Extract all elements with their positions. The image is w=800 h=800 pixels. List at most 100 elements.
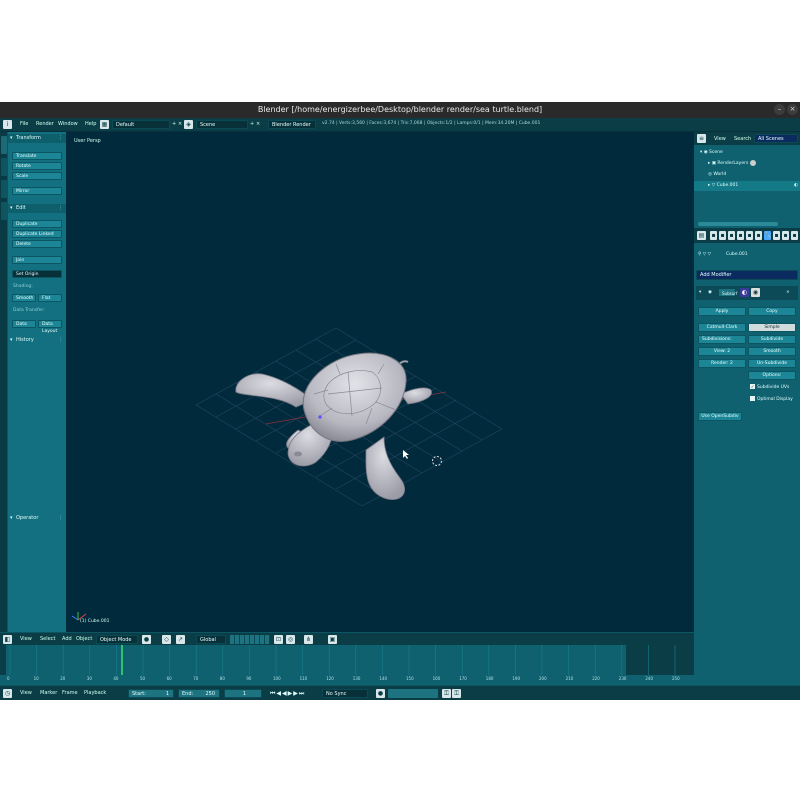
panel-transform-header[interactable]: Transform⋮: [8, 134, 66, 143]
shading-mode-icon[interactable]: ●: [142, 635, 151, 644]
outliner-tab-search[interactable]: Search: [734, 136, 751, 142]
outliner-row-scene[interactable]: ▾ ◉ Scene: [694, 148, 800, 158]
rotate-button[interactable]: Rotate: [12, 162, 62, 170]
data-button[interactable]: Data: [12, 320, 36, 328]
close-button[interactable]: ×: [787, 104, 798, 115]
current-frame-field[interactable]: 1: [224, 689, 262, 698]
outliner-scrollbar[interactable]: [698, 222, 778, 226]
playback-controls-icon[interactable]: ⏮◀◀▶▶⏭: [270, 689, 320, 698]
timeline-editor-icon[interactable]: ◷: [3, 689, 12, 698]
use-opensubdiv-button[interactable]: Use OpenSubdiv: [698, 412, 742, 421]
manipulator-icon[interactable]: ↗: [176, 635, 185, 644]
outliner-tab-view[interactable]: View: [714, 136, 726, 142]
menu-view[interactable]: View: [20, 636, 32, 642]
scene-remove-icon[interactable]: ×: [256, 121, 260, 127]
menu-object[interactable]: Object: [76, 636, 92, 642]
layer-buttons[interactable]: [230, 635, 270, 644]
outliner-display-select[interactable]: All Scenes: [754, 134, 798, 143]
translate-button[interactable]: Translate: [12, 152, 62, 160]
menu-help[interactable]: Help: [85, 121, 96, 127]
outliner-row-world[interactable]: ◎ World: [694, 170, 800, 180]
data-layout-button[interactable]: Data Layout: [38, 320, 62, 334]
apply-button[interactable]: Apply: [698, 307, 746, 316]
pivot-icon[interactable]: ◇: [162, 635, 171, 644]
join-button[interactable]: Join: [12, 256, 62, 264]
copy-button[interactable]: Copy: [748, 307, 796, 316]
delete-button[interactable]: Delete: [12, 240, 62, 248]
subdivide-button[interactable]: Subdivide: [748, 335, 796, 344]
editor-type-icon[interactable]: i: [3, 120, 12, 129]
end-frame-field[interactable]: End: 250: [178, 689, 220, 698]
scene-tab-icon[interactable]: ▪: [728, 231, 735, 240]
render-toggle-icon[interactable]: ◐: [740, 288, 749, 297]
outliner-row-renderlayers[interactable]: ▸ ▣ RenderLayers: [694, 159, 800, 169]
duplicate-linked-button[interactable]: Duplicate Linked: [12, 230, 62, 238]
view-levels-field[interactable]: View: 2: [698, 347, 746, 356]
smooth-button[interactable]: Smooth: [12, 294, 36, 302]
tab-tools[interactable]: [1, 136, 7, 154]
menu-window[interactable]: Window: [58, 121, 78, 127]
optimal-display-checkbox[interactable]: Optimal Display: [750, 396, 793, 402]
panel-edit-header[interactable]: Edit⋮: [8, 204, 66, 213]
constraints-tab-icon[interactable]: ▪: [755, 231, 762, 240]
scale-button[interactable]: Scale: [12, 172, 62, 180]
realtime-toggle-icon[interactable]: ◉: [751, 288, 760, 297]
properties-editor-icon[interactable]: ▤: [697, 231, 706, 240]
duplicate-button[interactable]: Duplicate: [12, 220, 62, 228]
snap-icon[interactable]: ⋔: [304, 635, 313, 644]
menu-render[interactable]: Render: [36, 121, 54, 127]
object-tab-icon[interactable]: ▪: [746, 231, 753, 240]
outliner-editor-icon[interactable]: ≡: [697, 134, 706, 143]
minimize-button[interactable]: –: [774, 104, 785, 115]
keying-set-field[interactable]: [388, 689, 438, 698]
flat-button[interactable]: Flat: [38, 294, 62, 302]
render-levels-field[interactable]: Render: 2: [698, 359, 746, 368]
insert-keyframe-icon[interactable]: ⚿: [442, 689, 451, 698]
screen-remove-icon[interactable]: ×: [178, 121, 182, 127]
scene-add-icon[interactable]: +: [250, 121, 254, 127]
texture-tab-icon[interactable]: ▪: [791, 231, 798, 240]
screen-layout-field[interactable]: Default: [112, 120, 170, 129]
lock-layers-icon[interactable]: ⊡: [274, 635, 283, 644]
menu-frame[interactable]: Frame: [62, 690, 78, 696]
add-modifier-select[interactable]: Add Modifier: [696, 270, 798, 280]
render-engine-select[interactable]: Blender Render: [268, 120, 316, 129]
start-frame-field[interactable]: Start: 1: [128, 689, 174, 698]
modifiers-tab-icon[interactable]: 🔧: [764, 231, 771, 240]
panel-operator-header[interactable]: Operator⋮: [8, 514, 66, 523]
menu-file[interactable]: File: [20, 121, 28, 127]
timeline[interactable]: 0 10 20 30 40 50 60 70 80 90 100 110 120 130 140 150 160…: [0, 645, 694, 685]
scene-icon[interactable]: ◈: [184, 120, 193, 129]
view3d-editor-icon[interactable]: ◧: [3, 635, 12, 644]
set-origin-select[interactable]: Set Origin: [12, 270, 62, 278]
menu-marker[interactable]: Marker: [40, 690, 57, 696]
render-layer-tab-icon[interactable]: ▪: [719, 231, 726, 240]
collapse-icon[interactable]: ▾: [699, 290, 701, 295]
tab-create[interactable]: [1, 158, 7, 176]
scene-field[interactable]: Scene: [196, 120, 248, 129]
menu-add[interactable]: Add: [62, 636, 72, 642]
mode-select[interactable]: Object Mode: [96, 635, 138, 644]
data-tab-icon[interactable]: ▪: [773, 231, 780, 240]
screen-layout-icon[interactable]: ▦: [100, 120, 109, 129]
record-icon[interactable]: ●: [376, 689, 385, 698]
mirror-button[interactable]: Mirror: [12, 187, 62, 195]
pin-icon[interactable]: ⚲ ▽ ▽: [698, 252, 711, 257]
modifier-name-field[interactable]: Subsurf: [718, 288, 737, 297]
proportional-icon[interactable]: ◎: [286, 635, 295, 644]
subdivide-uvs-checkbox[interactable]: ✓ Subdivide UVs: [750, 384, 789, 390]
smooth-modifier-button[interactable]: Smooth: [748, 347, 796, 356]
simple-button[interactable]: Simple: [748, 323, 796, 332]
panel-history-header[interactable]: History⋮: [8, 336, 66, 345]
delete-keyframe-icon[interactable]: ⚿: [452, 689, 461, 698]
unsubdivide-button[interactable]: Un-Subdivide: [748, 359, 796, 368]
3d-viewport[interactable]: User Persp (1) Cube.001: [66, 132, 694, 632]
render-preview-icon[interactable]: ▣: [328, 635, 337, 644]
menu-playback[interactable]: Playback: [84, 690, 106, 696]
modifier-remove-icon[interactable]: ×: [786, 290, 790, 295]
menu-timeline-view[interactable]: View: [20, 690, 32, 696]
tab-relations[interactable]: [1, 180, 7, 198]
outliner-row-cube[interactable]: ▸ ▽ Cube.001 ◐ ↖ ◈: [694, 181, 800, 191]
tab-animation[interactable]: [1, 202, 7, 220]
catmull-clark-button[interactable]: Catmull-Clark: [698, 323, 746, 332]
